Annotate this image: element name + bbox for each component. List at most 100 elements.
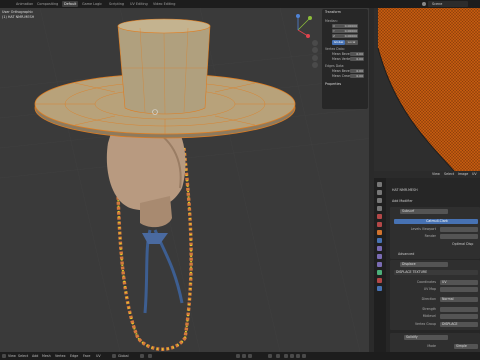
edge-data-label: Edges Data:: [325, 64, 345, 68]
zoom-icon[interactable]: [312, 39, 318, 46]
vertex-data-label: Vertex Data:: [325, 47, 345, 51]
menu-view-3d[interactable]: View: [8, 353, 16, 359]
transform-orientation[interactable]: Global: [118, 353, 129, 359]
mode-label: Mode: [427, 344, 436, 348]
tool-icon[interactable]: [377, 182, 382, 187]
face-select-icon[interactable]: [248, 354, 252, 358]
add-modifier-button[interactable]: Add Modifier: [392, 199, 413, 203]
edge-select-icon[interactable]: [242, 354, 246, 358]
advanced-subpanel[interactable]: Advanced: [398, 252, 414, 256]
menu-uv-3d[interactable]: UV: [96, 353, 101, 359]
proportional-edit-icon[interactable]: [148, 354, 152, 358]
world-icon[interactable]: [377, 222, 382, 227]
constraints-icon[interactable]: [377, 262, 382, 267]
tab-uv-editing[interactable]: UV Editing: [128, 1, 150, 7]
direction-dropdown[interactable]: Normal: [440, 297, 478, 302]
properties-header[interactable]: Properties: [325, 82, 341, 87]
editor-type-icon[interactable]: [2, 354, 6, 358]
catmull-clark-button[interactable]: Catmull-Clark: [394, 219, 478, 224]
texture-icon[interactable]: [377, 286, 382, 291]
physics-icon[interactable]: [377, 254, 382, 259]
texture-selector[interactable]: DISPLACE TEXTURE: [394, 270, 478, 275]
grid-icon[interactable]: [312, 62, 318, 69]
menu-add[interactable]: Add: [32, 353, 38, 359]
hand-icon[interactable]: [312, 47, 318, 54]
rendered-shading-icon[interactable]: [302, 354, 306, 358]
y-axis-label: Y: [333, 29, 335, 33]
uv-map-field[interactable]: [440, 287, 478, 292]
menu-uv[interactable]: UV: [472, 172, 477, 177]
subsurf-name-field[interactable]: Subsurf: [400, 209, 448, 214]
mean-vertex-field[interactable]: 0.00: [350, 57, 364, 61]
wrench-icon[interactable]: [377, 238, 382, 243]
view-title: User Orthographic: [2, 10, 34, 14]
mean-bevel-label: Mean Bevel: [332, 52, 351, 56]
navigation-gizmo[interactable]: [296, 14, 312, 38]
menu-vertex[interactable]: Vertex: [55, 353, 66, 359]
viewport-header-bar: View Select Add Mesh Vertex Edge Face UV…: [0, 352, 480, 360]
median-z-field[interactable]: Z 0.00000: [332, 34, 358, 38]
tab-animation[interactable]: Animation: [14, 1, 35, 7]
camera-icon[interactable]: [312, 54, 318, 61]
material-shading-icon[interactable]: [296, 354, 300, 358]
tab-game-logic[interactable]: Game Logic: [80, 1, 104, 7]
tab-default[interactable]: Default: [62, 1, 79, 7]
wireframe-shading-icon[interactable]: [284, 354, 288, 358]
pivot-icon[interactable]: [112, 354, 116, 358]
levels-viewport-label: Levels Viewport: [410, 227, 436, 231]
sidebar-transform-panel: Transform Median: X 0.00000 Y 0.00000 Z 0.0…: [322, 9, 368, 109]
image-editor-header: View Select Image UV: [374, 171, 480, 178]
menu-edge[interactable]: Edge: [70, 353, 78, 359]
solid-shading-icon[interactable]: [290, 354, 294, 358]
menu-mesh[interactable]: Mesh: [42, 353, 51, 359]
optimal-display-checkbox[interactable]: Optimal Disp: [452, 242, 473, 246]
menu-select-3d[interactable]: Select: [18, 353, 28, 359]
menu-select[interactable]: Select: [444, 172, 454, 177]
coordinates-dropdown[interactable]: UV: [440, 280, 478, 285]
transform-header[interactable]: Transform: [325, 10, 341, 15]
menu-view[interactable]: View: [432, 172, 440, 177]
overlay-icon[interactable]: [268, 354, 272, 358]
global-button[interactable]: Global: [332, 40, 345, 45]
midlevel-field[interactable]: [440, 314, 478, 319]
scene-icon[interactable]: [377, 214, 382, 219]
tab-scripting[interactable]: Scripting: [107, 1, 126, 7]
mode-dropdown[interactable]: Simple: [454, 344, 478, 349]
menu-image[interactable]: Image: [458, 172, 468, 177]
coordinates-label: Coordinates: [416, 280, 436, 284]
vertex-group-field[interactable]: DISPLACE: [440, 322, 478, 327]
view-layer-icon[interactable]: [377, 206, 382, 211]
displace-name-field[interactable]: Displace: [400, 262, 448, 267]
scene-selector[interactable]: Scene: [422, 1, 468, 7]
mean-bevel-field[interactable]: 0.00: [350, 52, 364, 56]
material-icon[interactable]: [377, 278, 382, 283]
median-y-field[interactable]: Y 0.00000: [332, 29, 358, 33]
edge-mean-bevel-field[interactable]: 0.00: [350, 69, 364, 73]
mean-vertex-label: Mean Vertex: [332, 57, 352, 61]
xray-icon[interactable]: [276, 354, 280, 358]
particles-icon[interactable]: [377, 246, 382, 251]
levels-viewport-field[interactable]: [440, 227, 478, 232]
mean-crease-field[interactable]: 0.00: [350, 74, 364, 78]
snap-icon[interactable]: [140, 354, 144, 358]
median-label: Median:: [325, 19, 338, 23]
3d-viewport[interactable]: User Orthographic (1) HAT NMR.MESH: [0, 8, 374, 352]
output-icon[interactable]: [377, 198, 382, 203]
solidify-name-field[interactable]: Solidify: [404, 335, 448, 340]
median-x-field[interactable]: X 0.00000: [332, 24, 358, 28]
menu-face[interactable]: Face: [83, 353, 90, 359]
render-levels-label: Render: [424, 234, 436, 238]
render-levels-field[interactable]: [440, 234, 478, 239]
workspace-topbar: Animation Compositing Default Game Logic…: [0, 0, 480, 8]
tab-video-editing[interactable]: Video Editing: [151, 1, 177, 7]
strength-field[interactable]: [440, 307, 478, 312]
data-icon[interactable]: [377, 270, 382, 275]
x-axis-label: X: [333, 24, 336, 28]
local-button[interactable]: Local: [345, 40, 358, 45]
vertex-select-icon[interactable]: [236, 354, 240, 358]
y-value: 0.00000: [344, 29, 357, 33]
tab-compositing[interactable]: Compositing: [35, 1, 60, 7]
image-editor[interactable]: [374, 8, 480, 171]
render-icon[interactable]: [377, 190, 382, 195]
object-icon[interactable]: [377, 230, 382, 235]
